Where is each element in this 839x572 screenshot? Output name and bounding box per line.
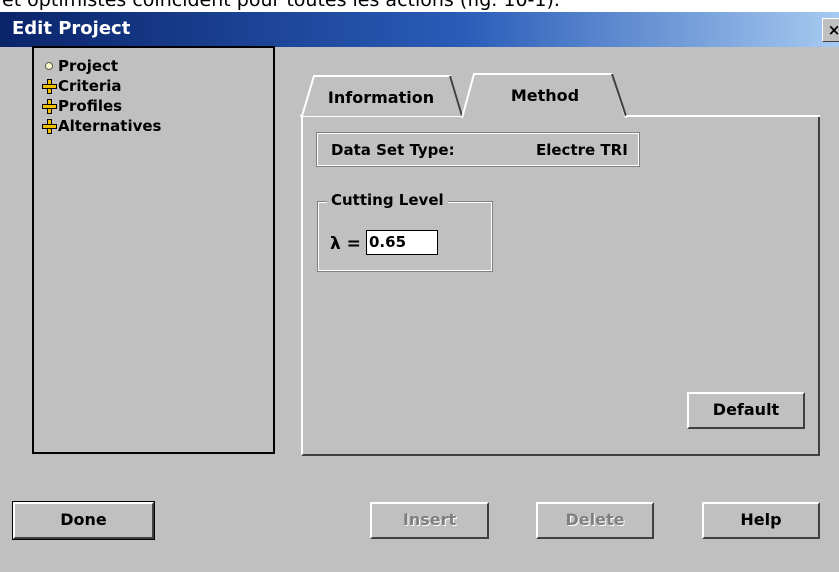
tree-item-label: Criteria [58, 77, 122, 95]
tree-item-label: Profiles [58, 97, 123, 115]
title-bar[interactable]: Edit Project × [0, 12, 839, 47]
tree-item-project[interactable]: Project [40, 56, 118, 76]
tree-item-label: Alternatives [58, 117, 162, 135]
edit-project-dialog: Edit Project × Project Criteria Profiles… [0, 12, 839, 572]
bullet-icon [40, 57, 58, 77]
dataset-type-label: Data Set Type: [331, 141, 455, 159]
document-text-strip: et optimistes coïncident pour toutes les… [0, 0, 839, 12]
done-button[interactable]: Done [12, 501, 155, 540]
dialog-title: Edit Project [12, 18, 131, 39]
expand-plus-icon[interactable] [40, 77, 58, 97]
dataset-type-value: Electre TRI [536, 141, 628, 159]
tree-item-label: Project [58, 57, 119, 75]
delete-button[interactable]: Delete [536, 502, 654, 539]
lambda-label: λ = [330, 234, 361, 254]
tab-method[interactable]: Method [480, 78, 610, 114]
default-button[interactable]: Default [687, 392, 805, 429]
close-button[interactable]: × [822, 18, 839, 42]
project-tree[interactable]: Project Criteria Profiles Alternatives [32, 46, 275, 454]
tree-item-criteria[interactable]: Criteria [40, 76, 122, 96]
help-button[interactable]: Help [702, 502, 820, 539]
document-text: et optimistes coïncident pour toutes les… [2, 0, 560, 11]
tab-information[interactable]: Information [318, 80, 444, 116]
cutting-level-input[interactable]: 0.65 [366, 230, 438, 255]
expand-plus-icon[interactable] [40, 97, 58, 117]
cutting-level-label: Cutting Level [327, 191, 448, 209]
dataset-type-box: Data Set Type: Electre TRI [316, 132, 640, 167]
tree-item-profiles[interactable]: Profiles [40, 96, 122, 116]
tree-item-alternatives[interactable]: Alternatives [40, 116, 161, 136]
expand-plus-icon[interactable] [40, 117, 58, 137]
insert-button[interactable]: Insert [370, 502, 489, 539]
